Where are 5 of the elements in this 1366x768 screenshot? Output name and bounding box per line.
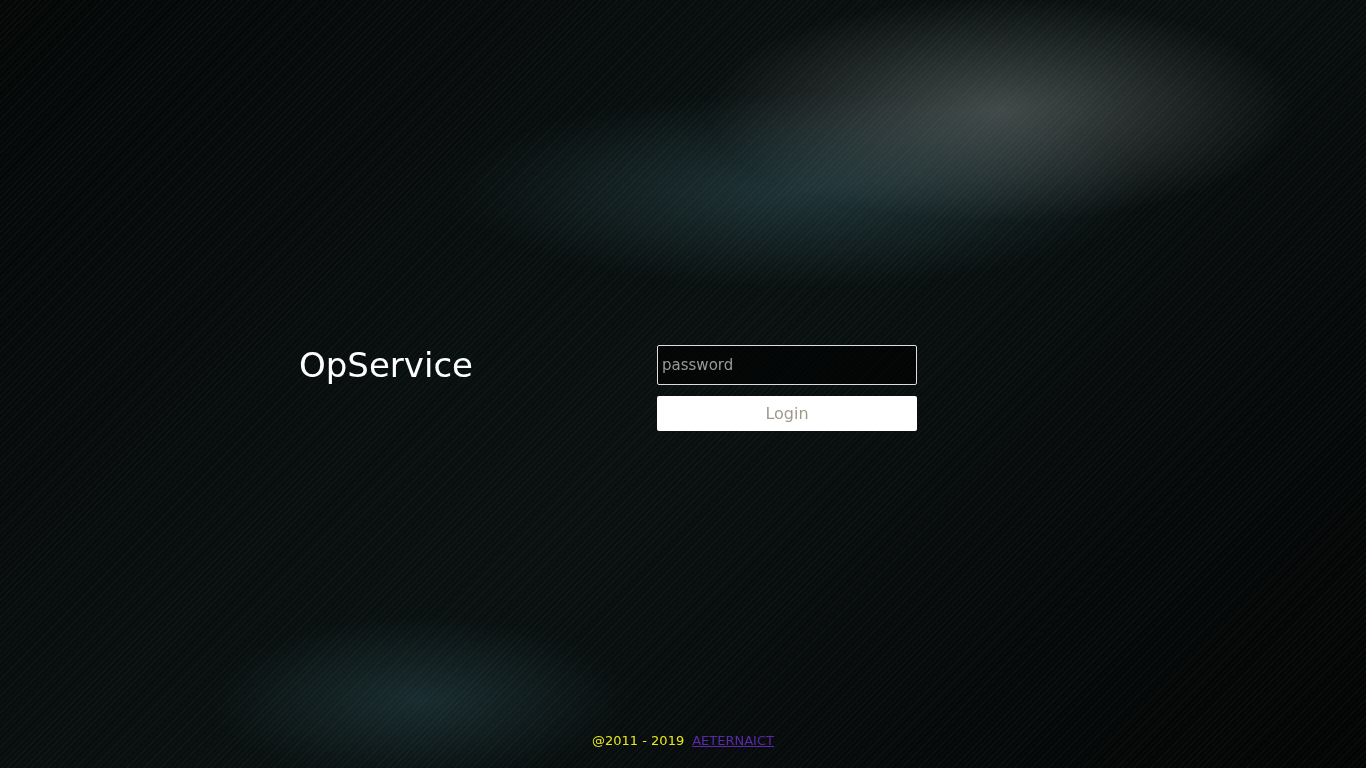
company-link[interactable]: AETERNAICT [692,733,774,748]
login-button[interactable]: Login [657,396,917,431]
copyright-text: @2011 - 2019 [592,733,685,748]
app-title: OpService [299,345,473,385]
password-field[interactable]: password [657,345,917,385]
